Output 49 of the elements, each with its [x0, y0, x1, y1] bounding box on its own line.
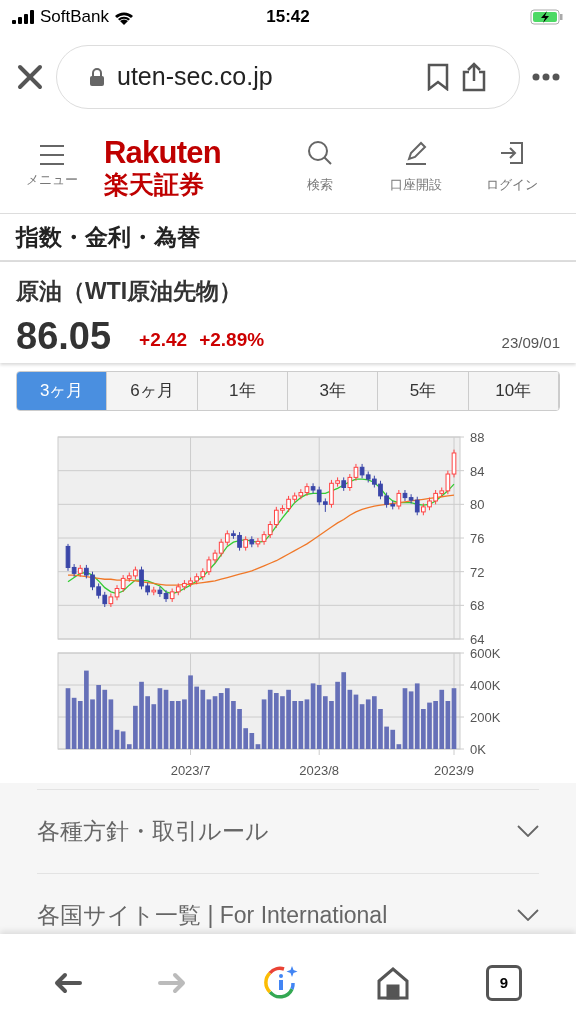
- period-tab[interactable]: 10年: [468, 371, 559, 410]
- url-text: uten-sec.co.jp: [117, 61, 274, 93]
- axis-label: 80: [470, 496, 485, 512]
- price-change: +2.42: [139, 328, 188, 352]
- signal-icon: [12, 10, 36, 24]
- clock-time: 15:42: [265, 6, 311, 29]
- price-value: 86.05: [16, 316, 112, 355]
- axis-label: 600K: [470, 645, 501, 661]
- battery-icon: [530, 9, 564, 25]
- percent-change: +2.89%: [199, 328, 265, 352]
- lock-icon: [89, 67, 105, 87]
- section-title: 指数・金利・為替: [16, 222, 200, 252]
- instrument-name: 原油（WTI原油先物）: [16, 277, 244, 306]
- header-action[interactable]: 検索: [272, 138, 368, 195]
- logo-japanese: 楽天証券: [104, 171, 204, 197]
- share-icon[interactable]: [461, 62, 487, 92]
- axis-label: 72: [470, 564, 485, 580]
- axis-label: 400K: [470, 677, 501, 693]
- period-tab[interactable]: 5年: [378, 371, 469, 410]
- close-icon[interactable]: [16, 63, 44, 91]
- period-tab[interactable]: 1年: [197, 371, 288, 410]
- logo-wordmark: Rakuten: [104, 136, 221, 168]
- axis-label: 76: [470, 530, 485, 546]
- axis-label: 200K: [470, 709, 501, 725]
- accordion-item[interactable]: 各種方針・取引ルール: [37, 788, 539, 873]
- search-icon: [306, 138, 334, 167]
- tab-count-button[interactable]: 9: [486, 965, 522, 1001]
- axis-label: 0K: [470, 741, 486, 757]
- period-tab[interactable]: 6ヶ月: [107, 371, 198, 410]
- axis-label: 84: [470, 463, 485, 479]
- more-icon[interactable]: [532, 73, 560, 81]
- axis-label: 2023/8: [299, 762, 340, 777]
- axis-label: 68: [470, 597, 485, 613]
- date-label: 23/09/01: [501, 333, 560, 353]
- wifi-icon: [113, 9, 135, 25]
- home-icon[interactable]: [376, 966, 410, 1000]
- carrier-name: SoftBank: [40, 6, 109, 29]
- header-action[interactable]: 口座開設: [368, 138, 464, 195]
- axis-label: 88: [470, 429, 485, 445]
- axis-label: 2023/9: [434, 762, 474, 777]
- period-tab[interactable]: 3年: [288, 371, 379, 410]
- menu-icon: [39, 143, 65, 166]
- bookmark-icon[interactable]: [427, 63, 449, 91]
- header-action[interactable]: ログイン: [464, 138, 560, 195]
- axis-label: 64: [470, 631, 485, 647]
- menu-button[interactable]: メニュー: [16, 143, 88, 190]
- back-icon[interactable]: [54, 972, 82, 994]
- assistant-icon[interactable]: [262, 964, 300, 1002]
- axis-label: 2023/7: [170, 762, 211, 777]
